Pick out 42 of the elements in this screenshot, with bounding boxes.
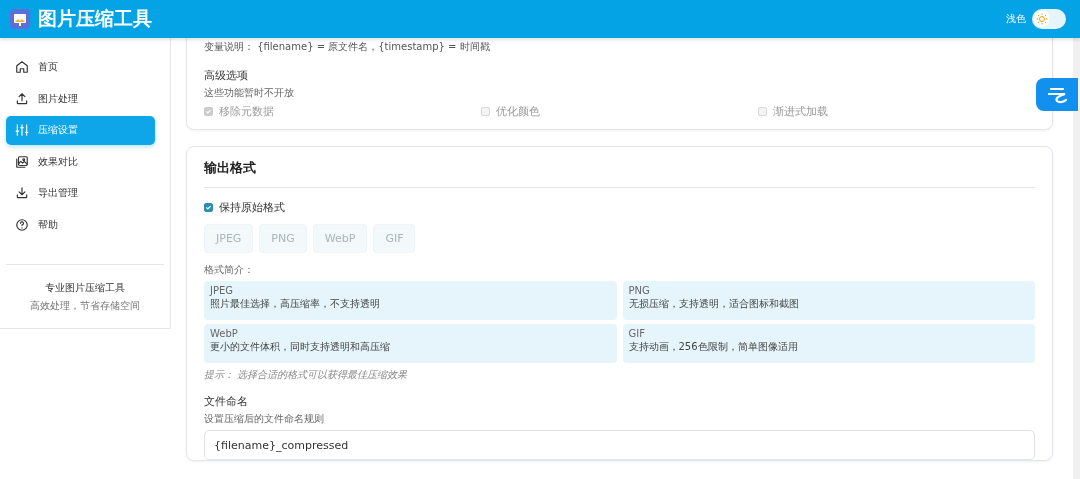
filename-field[interactable]: {filename}_compressed xyxy=(204,430,1035,460)
format-description: 支持动画，256色限制，简单图像适用 xyxy=(628,340,799,354)
variable-hint: 变量说明： {filename} = 原文件名，{timestamp} = 时间戳 xyxy=(204,40,491,54)
option-label: 移除元数据 xyxy=(219,104,274,119)
images-icon xyxy=(15,154,29,169)
logo-icon xyxy=(10,9,30,29)
option-label: 渐进式加载 xyxy=(773,104,828,119)
checkbox[interactable] xyxy=(204,203,213,212)
format-description: 无损压缩，支持透明，适合图标和截图 xyxy=(628,297,800,311)
section-title: 文件命名 xyxy=(204,394,249,409)
app-title: 图片压缩工具 xyxy=(38,6,153,31)
format-name: WebP xyxy=(210,328,239,339)
section-subtitle: 这些功能暂时不开放 xyxy=(204,86,295,100)
card-title: 输出格式 xyxy=(204,159,1035,188)
sliders-icon xyxy=(15,123,29,138)
checkbox-label: 保持原始格式 xyxy=(219,200,285,215)
format-description: 更小的文件体积，同时支持透明和高压缩 xyxy=(210,340,391,354)
home-icon xyxy=(15,60,29,75)
intro-label: 格式简介： xyxy=(204,263,255,277)
tip-text: 提示： 选择合适的格式可以获得最佳压缩效果 xyxy=(204,368,409,382)
help-icon xyxy=(15,217,29,232)
floating-button[interactable] xyxy=(1036,78,1078,111)
nav-item[interactable]: 导出管理 xyxy=(6,179,155,208)
format-name: PNG xyxy=(628,285,651,296)
footer-subtitle: 高效处理，节省存储空间 xyxy=(30,299,140,313)
nav-item[interactable]: 帮助 xyxy=(6,210,155,239)
option-label: 优化颜色 xyxy=(496,104,540,119)
download-icon xyxy=(15,186,29,201)
format-name: JPEG xyxy=(210,285,235,296)
theme-label: 浅色 xyxy=(1006,12,1026,26)
sun-icon xyxy=(1034,11,1050,27)
nav-item[interactable]: 效果对比 xyxy=(6,147,155,176)
nav-item[interactable]: 首页 xyxy=(6,53,155,82)
nav-item[interactable]: 图片处理 xyxy=(6,84,155,113)
section-title: 高级选项 xyxy=(204,68,249,83)
cloud-glyph-icon xyxy=(1046,85,1068,104)
theme-switch[interactable] xyxy=(1032,9,1066,29)
format-description: 照片最佳选择，高压缩率，不支持透明 xyxy=(210,297,381,311)
format-name: GIF xyxy=(628,328,646,339)
footer-title: 专业图片压缩工具 xyxy=(45,281,125,295)
upload-icon xyxy=(15,91,29,106)
section-subtitle: 设置压缩后的文件命名规则 xyxy=(204,412,325,426)
